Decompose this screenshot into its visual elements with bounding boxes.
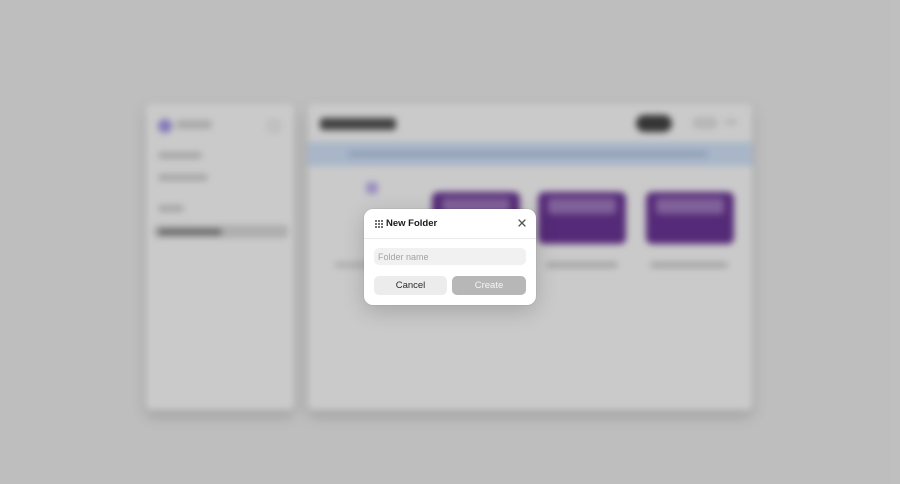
dialog-title: New Folder [386,218,438,229]
create-button[interactable]: Create [452,276,526,295]
dialog-header: New Folder [364,209,536,239]
drag-handle-icon[interactable] [375,220,383,228]
new-folder-dialog: New Folder Cancel Create [364,209,536,305]
close-icon [518,219,526,227]
folder-name-input[interactable] [374,248,526,265]
cancel-button[interactable]: Cancel [374,276,447,295]
close-button[interactable] [515,216,529,230]
